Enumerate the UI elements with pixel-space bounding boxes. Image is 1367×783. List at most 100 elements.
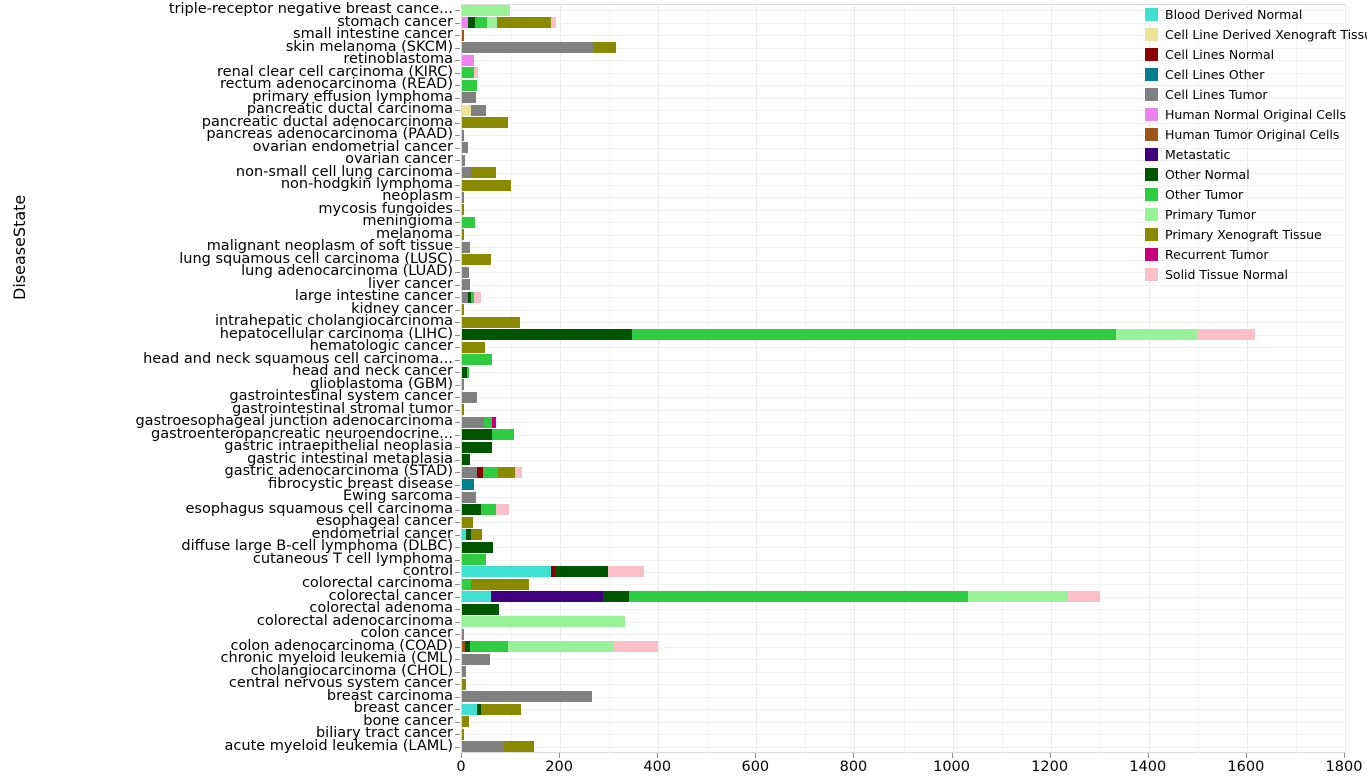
bar-segment[interactable] — [462, 591, 491, 603]
bar-segment[interactable] — [462, 466, 477, 478]
legend-item[interactable]: Human Tumor Original Cells — [1145, 124, 1367, 144]
bar-segment[interactable] — [462, 354, 493, 366]
bar-segment[interactable] — [468, 17, 476, 29]
bar-segment[interactable] — [593, 42, 617, 54]
bar-segment[interactable] — [462, 241, 471, 253]
bar-segment[interactable] — [492, 429, 514, 441]
bar-segment[interactable] — [628, 591, 968, 603]
bar-segment[interactable] — [462, 42, 594, 54]
bar-segment[interactable] — [462, 29, 464, 41]
bar-segment[interactable] — [471, 104, 487, 116]
bar-segment[interactable] — [462, 229, 464, 241]
bar-segment[interactable] — [462, 179, 511, 191]
bar-segment[interactable] — [473, 67, 478, 79]
bar-segment[interactable] — [462, 254, 492, 266]
bar-segment[interactable] — [462, 4, 511, 16]
bar-segment[interactable] — [462, 716, 469, 728]
bar-segment[interactable] — [462, 454, 470, 466]
bar-segment[interactable] — [487, 17, 497, 29]
bar-segment[interactable] — [462, 566, 552, 578]
bar-segment[interactable] — [551, 17, 557, 29]
bar-segment[interactable] — [484, 416, 492, 428]
bar-segment[interactable] — [496, 17, 552, 29]
bar-segment[interactable] — [462, 741, 504, 753]
bar-segment[interactable] — [462, 379, 465, 391]
bar-segment[interactable] — [482, 466, 499, 478]
bar-segment[interactable] — [462, 404, 465, 416]
bar-segment[interactable] — [473, 291, 481, 303]
legend-item[interactable]: Solid Tissue Normal — [1145, 264, 1367, 284]
legend-item[interactable]: Primary Xenograft Tissue — [1145, 224, 1367, 244]
bar-segment[interactable] — [470, 167, 497, 179]
bar-segment[interactable] — [462, 678, 467, 690]
bar-segment[interactable] — [462, 504, 482, 516]
legend-item[interactable]: Blood Derived Normal — [1145, 4, 1367, 24]
bar-segment[interactable] — [480, 703, 522, 715]
bar-segment[interactable] — [470, 578, 529, 590]
bar-segment[interactable] — [462, 266, 469, 278]
bar-segment[interactable] — [462, 341, 486, 353]
bar-segment[interactable] — [475, 17, 487, 29]
bar-segment[interactable] — [462, 129, 465, 141]
bar-segment[interactable] — [462, 104, 472, 116]
bar-segment[interactable] — [462, 728, 464, 740]
bar-segment[interactable] — [631, 329, 1116, 341]
bar-segment[interactable] — [462, 429, 493, 441]
bar-segment[interactable] — [462, 603, 499, 615]
bar-segment[interactable] — [607, 566, 645, 578]
bar-segment[interactable] — [462, 54, 474, 66]
bar-segment[interactable] — [462, 691, 593, 703]
bar-segment[interactable] — [462, 491, 476, 503]
legend-item[interactable]: Cell Lines Normal — [1145, 44, 1367, 64]
bar-segment[interactable] — [1196, 329, 1255, 341]
bar-segment[interactable] — [462, 216, 475, 228]
bar-segment[interactable] — [462, 304, 465, 316]
bar-segment[interactable] — [462, 79, 478, 91]
bar-segment[interactable] — [462, 479, 475, 491]
bar-segment[interactable] — [462, 142, 468, 154]
bar-segment[interactable] — [462, 616, 625, 628]
bar-segment[interactable] — [462, 117, 508, 129]
bar-segment[interactable] — [462, 441, 493, 453]
bar-segment[interactable] — [554, 566, 608, 578]
bar-segment[interactable] — [462, 541, 493, 553]
bar-segment[interactable] — [470, 529, 482, 541]
bar-segment[interactable] — [462, 554, 486, 565]
bar-segment[interactable] — [462, 167, 471, 179]
bar-segment[interactable] — [462, 416, 485, 428]
legend-item[interactable]: Primary Tumor — [1145, 204, 1367, 224]
bar-segment[interactable] — [462, 154, 465, 166]
bar-segment[interactable] — [462, 329, 632, 341]
bar-segment[interactable] — [613, 641, 658, 653]
legend-item[interactable]: Metastatic — [1145, 144, 1367, 164]
bar-segment[interactable] — [462, 666, 467, 678]
legend-item[interactable]: Cell Line Derived Xenograft Tissue — [1145, 24, 1367, 44]
legend-item[interactable]: Other Tumor — [1145, 184, 1367, 204]
bar-segment[interactable] — [462, 316, 521, 328]
bar-segment[interactable] — [490, 591, 603, 603]
bar-segment[interactable] — [491, 416, 496, 428]
bar-segment[interactable] — [469, 641, 509, 653]
bar-segment[interactable] — [503, 741, 535, 753]
bar-segment[interactable] — [462, 653, 491, 665]
bar-segment[interactable] — [481, 504, 497, 516]
bar-segment[interactable] — [462, 67, 474, 79]
legend-item[interactable]: Recurrent Tumor — [1145, 244, 1367, 264]
bar-segment[interactable] — [462, 578, 471, 590]
legend-item[interactable]: Other Normal — [1145, 164, 1367, 184]
legend-item[interactable]: Human Normal Original Cells — [1145, 104, 1367, 124]
bar-segment[interactable] — [498, 466, 516, 478]
bar-segment[interactable] — [1067, 591, 1100, 603]
bar-segment[interactable] — [1115, 329, 1197, 341]
bar-segment[interactable] — [462, 516, 473, 528]
bar-segment[interactable] — [462, 628, 464, 640]
bar-segment[interactable] — [462, 92, 476, 104]
bar-segment[interactable] — [462, 391, 478, 403]
bar-segment[interactable] — [462, 703, 477, 715]
bar-segment[interactable] — [508, 641, 614, 653]
bar-segment[interactable] — [967, 591, 1068, 603]
bar-segment[interactable] — [602, 591, 629, 603]
bar-segment[interactable] — [466, 366, 469, 378]
bar-segment[interactable] — [496, 504, 510, 516]
bar-segment[interactable] — [462, 191, 464, 203]
